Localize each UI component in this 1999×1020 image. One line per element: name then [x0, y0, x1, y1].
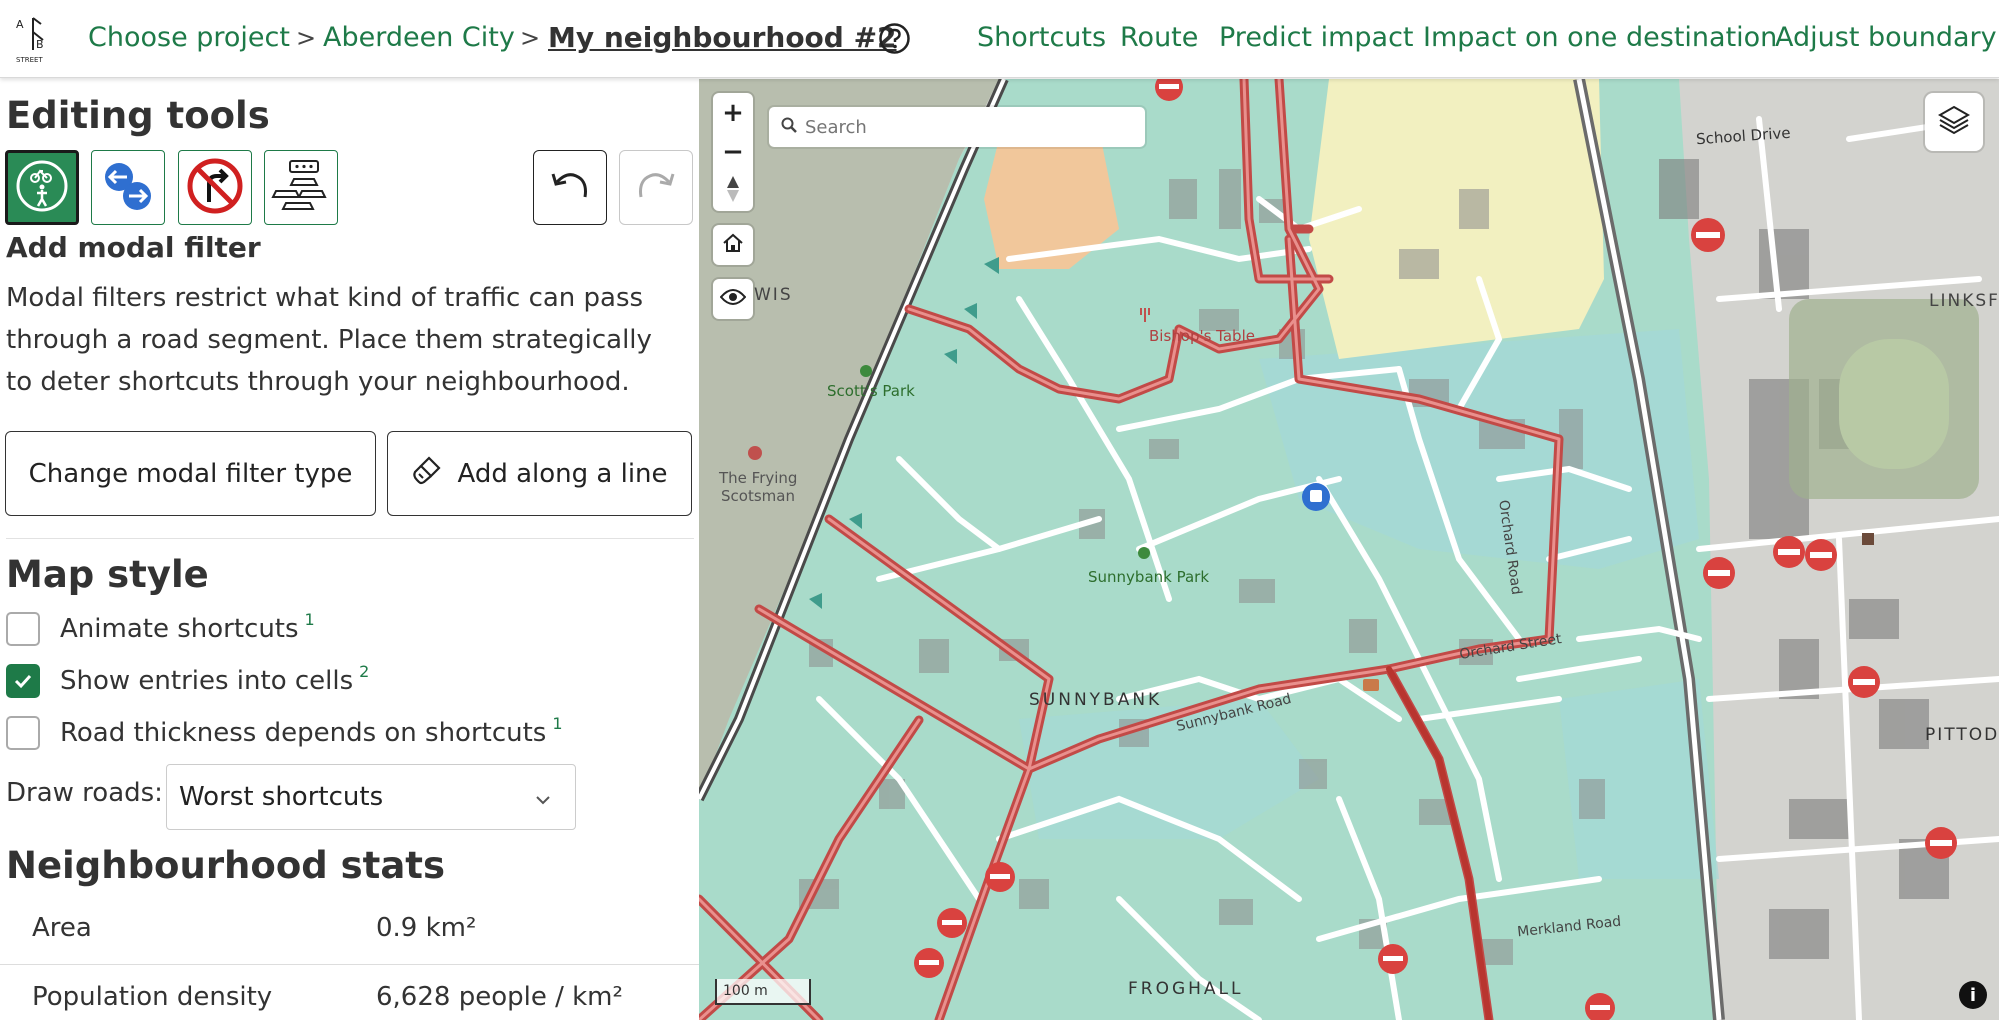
map-scale-bar: 100 m [715, 979, 811, 1005]
app-logo[interactable]: A B STREET [14, 12, 52, 64]
map-search-box[interactable] [769, 107, 1145, 147]
animate-shortcuts-checkbox[interactable] [6, 612, 40, 646]
stat-key: Area [32, 913, 92, 943]
footnote-marker: 2 [359, 662, 370, 681]
layers-icon [1937, 103, 1971, 141]
one-way-icon [98, 156, 158, 220]
draw-roads-select[interactable]: Worst shortcuts [166, 764, 576, 830]
breadcrumb-choose-project[interactable]: Choose project [88, 22, 290, 53]
show-entries-option[interactable]: Show entries into cells 2 [6, 662, 370, 698]
draw-roads-label: Draw roads: [6, 778, 163, 808]
map-label-frying-scotsman: The Frying [719, 469, 798, 487]
change-modal-filter-type-button[interactable]: Change modal filter type [5, 431, 376, 516]
animate-shortcuts-label: Animate shortcuts 1 [60, 610, 315, 644]
add-along-line-button[interactable]: Add along a line [387, 431, 692, 516]
map-label-sunnybank: SUNNYBANK [1029, 690, 1163, 710]
change-modal-filter-type-label: Change modal filter type [28, 458, 353, 489]
search-icon [781, 117, 797, 137]
nav-link-route[interactable]: Route [1120, 22, 1198, 53]
modal-filter-icon [14, 158, 70, 218]
road-thickness-option[interactable]: Road thickness depends on shortcuts 1 [6, 714, 563, 750]
breadcrumb-current-neighbourhood[interactable]: My neighbourhood #2 [548, 21, 897, 54]
turn-restriction-tool-button[interactable] [178, 150, 252, 225]
stat-divider [0, 964, 699, 965]
road-thickness-checkbox[interactable] [6, 716, 40, 750]
neighbourhood-stats-heading: Neighbourhood stats [6, 844, 445, 887]
svg-text:A: A [16, 18, 24, 31]
turn-restriction-icon [185, 156, 245, 220]
tool-title: Add modal filter [6, 231, 261, 264]
add-along-line-label: Add along a line [457, 458, 668, 489]
tool-description: Modal filters restrict what kind of traf… [6, 283, 652, 397]
map-base-layer [699, 79, 1999, 1020]
nav-link-predict-impact[interactable]: Predict impact [1219, 22, 1414, 53]
modal-filter-tool-button[interactable] [5, 150, 79, 225]
home-button[interactable] [713, 225, 753, 265]
breadcrumb-aberdeen-city[interactable]: Aberdeen City [323, 22, 515, 53]
section-divider [6, 538, 694, 539]
map-label-scotts-park: Scott's Park [827, 382, 915, 400]
redo-button[interactable] [619, 150, 693, 225]
footnote-marker: 1 [304, 610, 315, 629]
undo-icon [547, 163, 593, 213]
stat-key: Population density [32, 982, 273, 1012]
home-icon [721, 231, 745, 259]
map-label-bishops-table: Bishop's Table [1149, 327, 1255, 345]
nav-link-adjust-boundary[interactable]: Adjust boundary [1775, 22, 1997, 53]
sidebar: Editing tools Add modal filter Modal fil… [0, 79, 699, 1020]
map-label-wis: WIS [754, 285, 793, 305]
svg-text:STREET: STREET [16, 56, 43, 64]
visibility-toggle-button[interactable] [713, 279, 753, 319]
animate-shortcuts-option[interactable]: Animate shortcuts 1 [6, 610, 315, 646]
redo-icon [633, 163, 679, 213]
main-road-icon [270, 155, 332, 221]
breadcrumb-separator: > [296, 24, 317, 52]
undo-button[interactable] [533, 150, 607, 225]
map-label-frying-scotsman: Scotsman [721, 487, 795, 505]
eye-icon [719, 287, 747, 311]
footnote-marker: 1 [552, 714, 563, 733]
compass-icon[interactable] [726, 176, 740, 206]
show-entries-checkbox[interactable] [6, 664, 40, 698]
draw-roads-value: Worst shortcuts [179, 782, 384, 812]
map-label-sunnybank-park: Sunnybank Park [1088, 568, 1210, 586]
map-style-heading: Map style [6, 553, 209, 596]
map-label-linksfield: LINKSFIEL [1929, 291, 1999, 311]
map-search-input[interactable] [805, 116, 1125, 138]
editing-tools-heading: Editing tools [6, 94, 270, 137]
stat-row-population-density: Population density 6,628 people / km² [0, 972, 699, 1020]
map-label-froghall: FROGHALL [1128, 979, 1244, 999]
paintbrush-icon [411, 454, 443, 493]
layers-button[interactable] [1925, 93, 1983, 151]
map-canvas[interactable]: School Drive LINKSFIEL WIS Bishop's Tabl… [699, 79, 1999, 1020]
top-navigation-bar: A B STREET Choose project > Aberdeen Cit… [0, 0, 1999, 78]
main-road-tool-button[interactable] [264, 150, 338, 225]
svg-text:B: B [36, 38, 44, 51]
attribution-info-button[interactable]: i [1959, 981, 1987, 1009]
zoom-out-button[interactable]: − [722, 137, 744, 167]
breadcrumb-separator: > [520, 24, 541, 52]
zoom-in-button[interactable]: + [722, 98, 744, 128]
nav-link-impact-one-destination[interactable]: Impact on one destination [1423, 22, 1777, 53]
show-entries-label: Show entries into cells 2 [60, 662, 370, 696]
one-way-tool-button[interactable] [91, 150, 165, 225]
stat-value: 0.9 km² [376, 913, 477, 943]
stat-value: 6,628 people / km² [376, 982, 623, 1012]
help-icon[interactable] [878, 22, 911, 55]
nav-link-shortcuts[interactable]: Shortcuts [977, 22, 1106, 53]
checkmark-icon [14, 674, 32, 689]
road-thickness-label: Road thickness depends on shortcuts 1 [60, 714, 563, 748]
map-label-pittodrie: PITTODRI [1925, 725, 1999, 745]
zoom-controls: + − [713, 93, 753, 211]
chevron-down-icon [533, 787, 553, 817]
stat-row-area: Area 0.9 km² [0, 901, 699, 971]
